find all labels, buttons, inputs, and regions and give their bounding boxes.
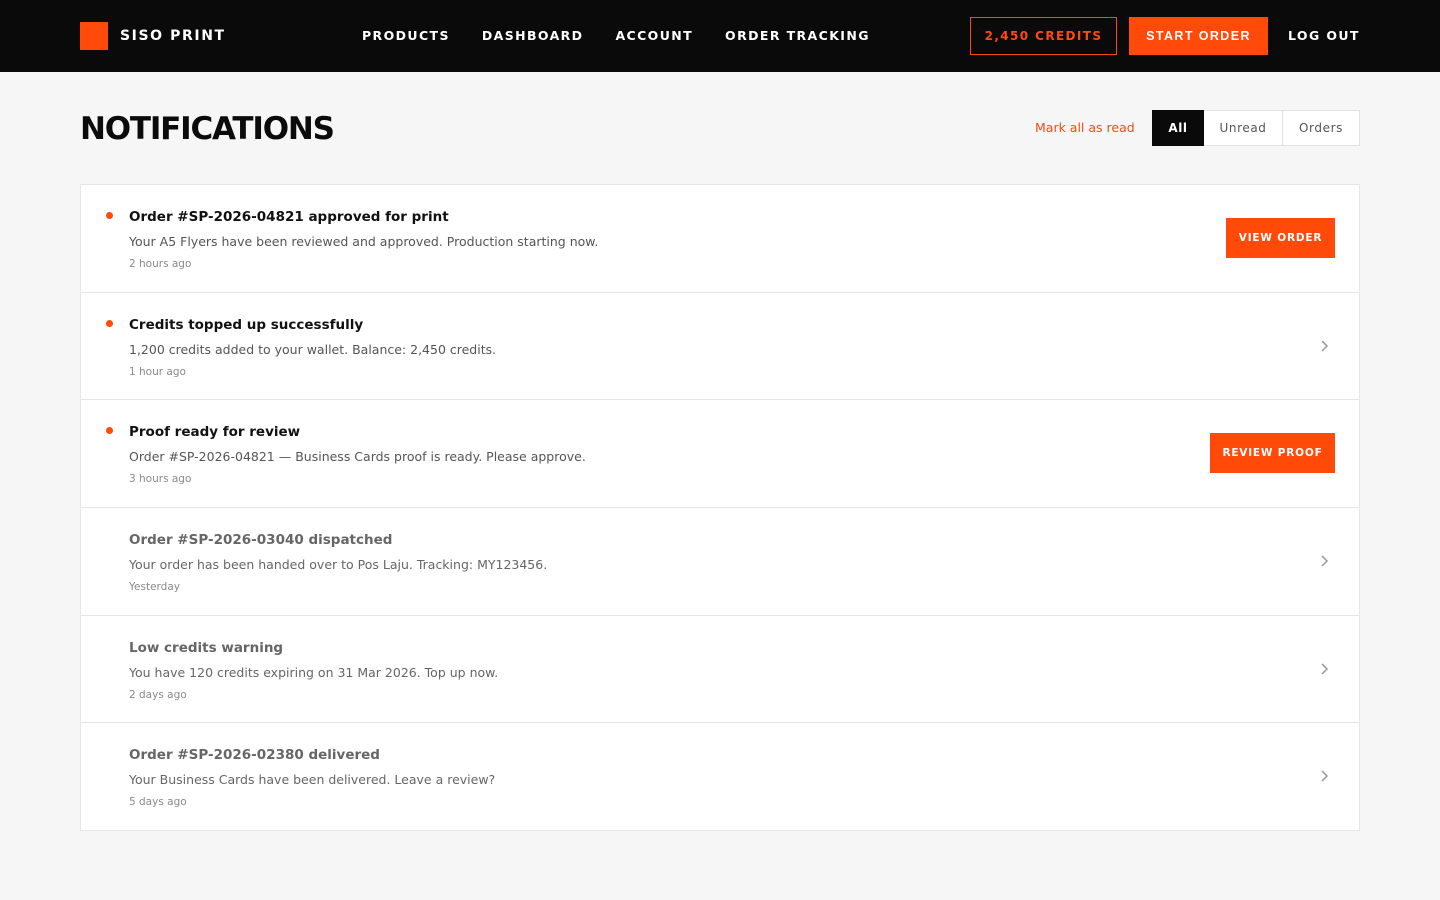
top-navbar: SISO PRINT PRODUCTS DASHBOARD ACCOUNT OR… — [0, 0, 1440, 72]
notification-filter-tabs: All Unread Orders — [1152, 110, 1360, 146]
notification-time: 2 days ago — [129, 689, 187, 701]
notification-time: 3 hours ago — [129, 473, 192, 485]
notification-body: Your order has been handed over to Pos L… — [129, 557, 548, 572]
notification-title: Proof ready for review — [129, 424, 301, 440]
nav-link-dashboard[interactable]: DASHBOARD — [482, 26, 584, 46]
page-title: NOTIFICATIONS — [80, 111, 335, 147]
notification-time: Yesterday — [129, 581, 180, 593]
notification-body: You have 120 credits expiring on 31 Mar … — [129, 665, 499, 680]
notification-item[interactable]: Order #SP-2026-03040 dispatched Your ord… — [81, 508, 1359, 616]
filter-unread[interactable]: Unread — [1204, 110, 1283, 146]
notification-item[interactable]: Low credits warning You have 120 credits… — [81, 616, 1359, 723]
notification-body: 1,200 credits added to your wallet. Bala… — [129, 342, 497, 357]
notification-time: 1 hour ago — [129, 366, 186, 378]
nav-link-account[interactable]: ACCOUNT — [615, 26, 693, 46]
unread-dot-icon — [106, 427, 113, 434]
view-order-button[interactable]: VIEW ORDER — [1226, 218, 1335, 258]
chevron-right-icon[interactable] — [1317, 769, 1331, 783]
notification-title: Order #SP-2026-03040 dispatched — [129, 532, 393, 548]
chevron-right-icon[interactable] — [1317, 662, 1331, 676]
review-proof-button[interactable]: REVIEW PROOF — [1210, 433, 1335, 473]
notification-item[interactable]: Order #SP-2026-02380 delivered Your Busi… — [81, 723, 1359, 830]
filter-orders[interactable]: Orders — [1283, 110, 1360, 146]
nav-link-products[interactable]: PRODUCTS — [362, 26, 450, 46]
nav-link-order-tracking[interactable]: ORDER TRACKING — [725, 26, 870, 46]
brand-name[interactable]: SISO PRINT — [120, 26, 226, 46]
unread-dot-icon — [106, 212, 113, 219]
unread-dot-icon — [106, 320, 113, 327]
main-nav: PRODUCTS DASHBOARD ACCOUNT ORDER TRACKIN… — [362, 26, 870, 46]
notification-time: 5 days ago — [129, 796, 187, 808]
notification-title: Credits topped up successfully — [129, 317, 364, 333]
start-order-button[interactable]: START ORDER — [1129, 17, 1268, 55]
credits-balance-button[interactable]: 2,450 CREDITS — [970, 17, 1117, 55]
notification-body: Order #SP-2026-04821 — Business Cards pr… — [129, 449, 586, 464]
mark-all-read-link[interactable]: Mark all as read — [1035, 119, 1135, 137]
notification-title: Order #SP-2026-04821 approved for print — [129, 209, 449, 225]
filter-all[interactable]: All — [1152, 110, 1204, 146]
notification-body: Your Business Cards have been delivered.… — [129, 772, 496, 787]
chevron-right-icon[interactable] — [1317, 339, 1331, 353]
notification-time: 2 hours ago — [129, 258, 192, 270]
logout-link[interactable]: LOG OUT — [1288, 26, 1360, 46]
notification-item[interactable]: Credits topped up successfully 1,200 cre… — [81, 293, 1359, 400]
notification-body: Your A5 Flyers have been reviewed and ap… — [129, 234, 599, 249]
logo-icon[interactable] — [80, 22, 108, 50]
notification-title: Order #SP-2026-02380 delivered — [129, 747, 380, 763]
notification-item[interactable]: Order #SP-2026-04821 approved for print … — [81, 185, 1359, 293]
notification-item[interactable]: Proof ready for review Order #SP-2026-04… — [81, 400, 1359, 508]
chevron-right-icon[interactable] — [1317, 554, 1331, 568]
notification-list: Order #SP-2026-04821 approved for print … — [80, 184, 1360, 831]
notification-title: Low credits warning — [129, 640, 284, 656]
